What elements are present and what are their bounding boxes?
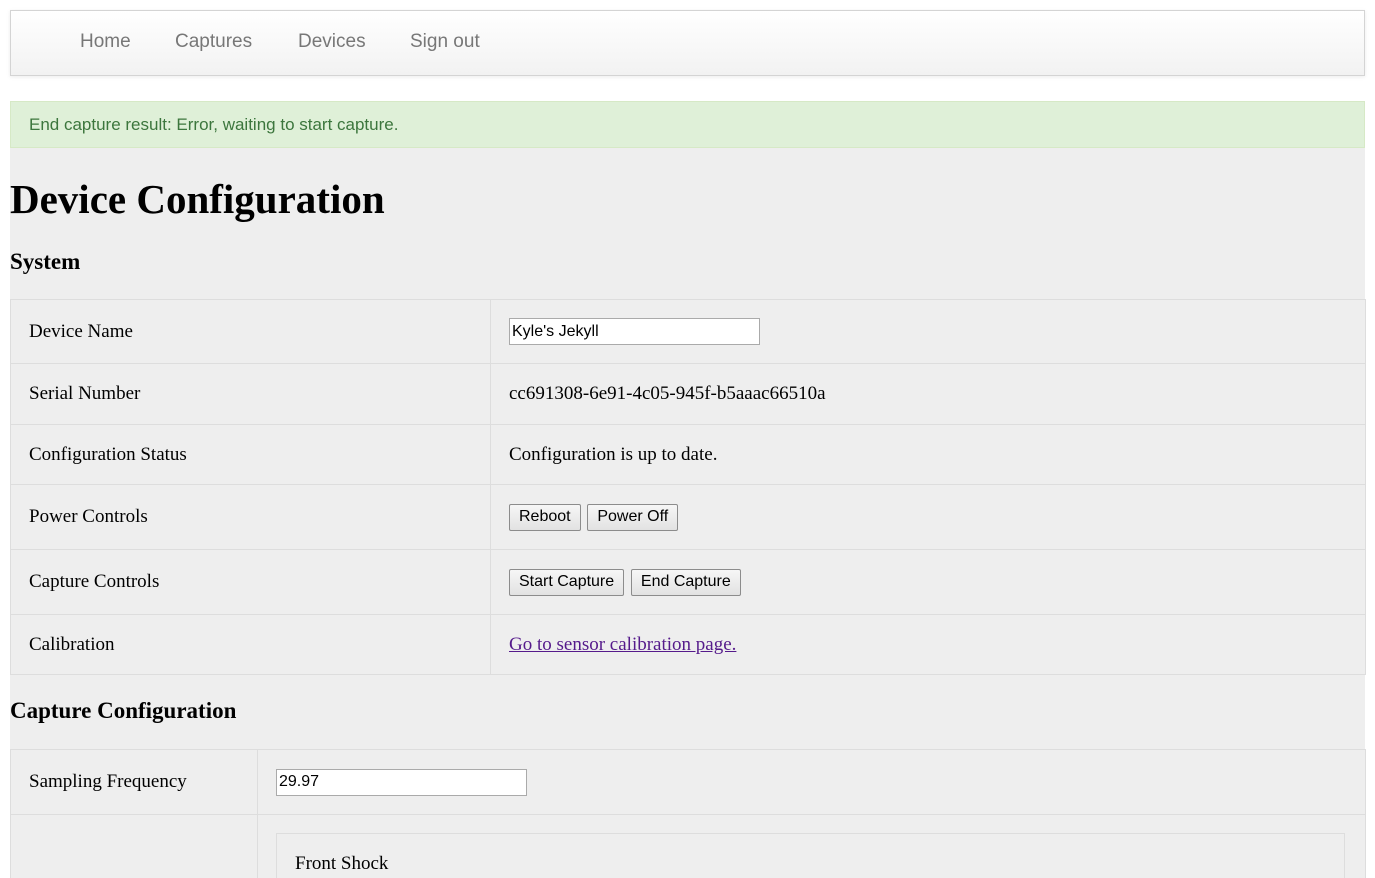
sampling-frequency-input[interactable] xyxy=(276,768,527,796)
table-row: Calibration Go to sensor calibration pag… xyxy=(10,614,1366,675)
table-row: Serial Number cc691308-6e91-4c05-945f-b5… xyxy=(10,363,1366,425)
alert-message: End capture result: Error, waiting to st… xyxy=(29,115,399,134)
config-status-label: Configuration Status xyxy=(10,424,491,485)
capture-config-heading: Capture Configuration xyxy=(10,698,237,723)
table-row: Capture Controls Start Capture End Captu… xyxy=(10,549,1366,615)
nav-captures-link[interactable]: Captures xyxy=(175,30,252,54)
device-name-cell xyxy=(490,299,1366,364)
power-controls-label: Power Controls xyxy=(10,484,491,550)
status-alert: End capture result: Error, waiting to st… xyxy=(10,101,1365,148)
system-table: Device Name Serial Number cc691308-6e91-… xyxy=(10,299,1366,675)
device-name-input[interactable] xyxy=(509,318,760,345)
page-title: Device Configuration xyxy=(10,176,385,222)
top-navbar: Home Captures Devices Sign out xyxy=(10,10,1365,76)
nav-sign-out-link[interactable]: Sign out xyxy=(410,30,480,54)
sampling-frequency-label: Sampling Frequency xyxy=(10,749,258,815)
table-row: Sampling Frequency xyxy=(10,749,1366,815)
device-name-label: Device Name xyxy=(10,299,491,364)
end-capture-button[interactable]: End Capture xyxy=(630,568,741,596)
nav-home-link[interactable]: Home xyxy=(80,30,131,54)
calibration-link[interactable]: Go to sensor calibration page. xyxy=(509,634,736,655)
capture-controls-label: Capture Controls xyxy=(10,549,491,615)
start-capture-button[interactable]: Start Capture xyxy=(509,568,625,596)
system-heading: System xyxy=(10,249,81,274)
front-shock-title: Front Shock xyxy=(295,853,389,874)
sampling-frequency-cell xyxy=(257,749,1366,815)
table-row: Device Name xyxy=(10,299,1366,364)
serial-number-value: cc691308-6e91-4c05-945f-b5aaac66510a xyxy=(490,363,1366,425)
table-row: Configuration Status Configuration is up… xyxy=(10,424,1366,485)
capture-controls-cell: Start Capture End Capture xyxy=(490,549,1366,615)
calibration-cell: Go to sensor calibration page. xyxy=(490,614,1366,675)
serial-number-label: Serial Number xyxy=(10,363,491,425)
front-shock-panel: Front Shock xyxy=(276,833,1345,878)
table-row: Power Controls Reboot Power Off xyxy=(10,484,1366,550)
sensor-row-label xyxy=(10,814,258,878)
config-status-value: Configuration is up to date. xyxy=(490,424,1366,485)
power-off-button[interactable]: Power Off xyxy=(587,503,679,531)
power-controls-cell: Reboot Power Off xyxy=(490,484,1366,550)
nav-devices-link[interactable]: Devices xyxy=(298,30,366,54)
calibration-label: Calibration xyxy=(10,614,491,675)
reboot-button[interactable]: Reboot xyxy=(509,503,581,531)
